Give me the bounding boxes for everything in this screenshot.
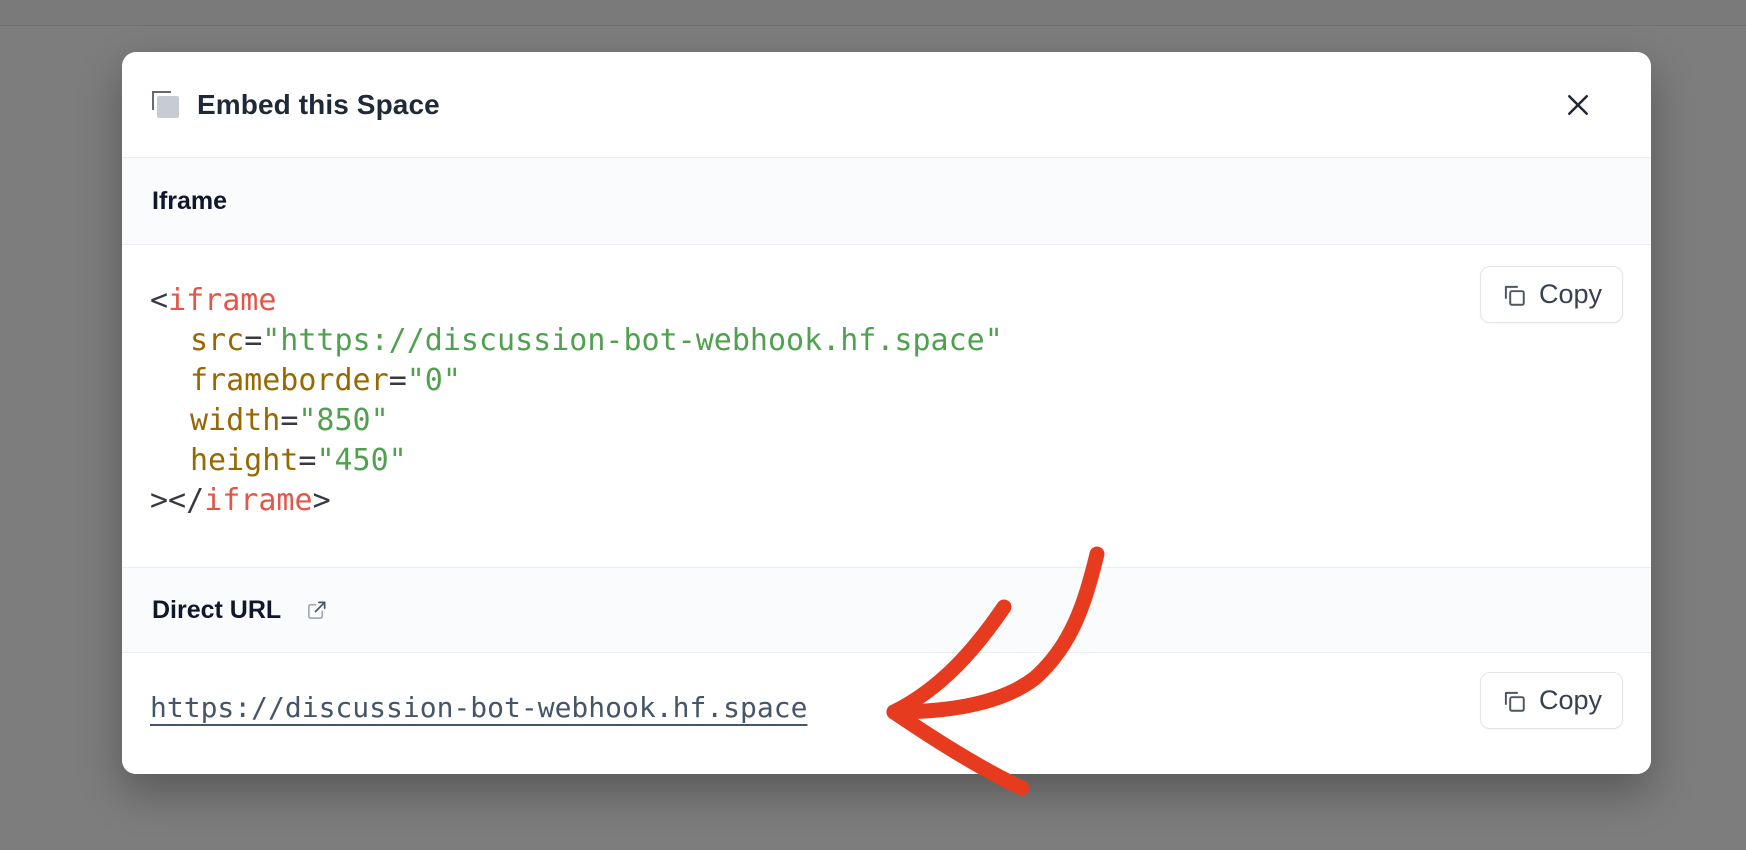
code-line: ></iframe>	[150, 481, 1003, 521]
code-line: <iframe	[150, 281, 1003, 321]
copy-squares-icon	[152, 91, 180, 119]
code-line: height="450"	[150, 441, 1003, 481]
direct-url-link[interactable]: https://discussion-bot-webhook.hf.space	[150, 691, 807, 724]
modal-header: Embed this Space	[122, 52, 1651, 157]
copy-iframe-code-button[interactable]: Copy	[1480, 266, 1623, 323]
direct-url-section-header: Direct URL	[122, 567, 1651, 653]
copy-button-label: Copy	[1539, 685, 1602, 716]
copy-icon	[1501, 688, 1527, 714]
copy-icon	[1501, 282, 1527, 308]
copy-button-label: Copy	[1539, 279, 1602, 310]
close-icon[interactable]	[1561, 88, 1595, 122]
page-background: { "page": { "background_color": "#7d7d7d…	[0, 0, 1746, 850]
iframe-embed-code[interactable]: <iframesrc="https://discussion-bot-webho…	[150, 281, 1003, 521]
external-link-icon[interactable]	[305, 599, 328, 622]
direct-url-section: https://discussion-bot-webhook.hf.space …	[122, 653, 1651, 774]
iframe-section-header: Iframe	[122, 157, 1651, 245]
embed-space-modal: Embed this Space Iframe <iframesrc="http…	[122, 52, 1651, 774]
copy-direct-url-button[interactable]: Copy	[1480, 672, 1623, 729]
code-line: frameborder="0"	[150, 361, 1003, 401]
modal-title: Embed this Space	[197, 89, 440, 121]
iframe-heading: Iframe	[152, 187, 227, 216]
code-line: src="https://discussion-bot-webhook.hf.s…	[150, 321, 1003, 361]
code-line: width="850"	[150, 401, 1003, 441]
direct-url-heading: Direct URL	[152, 596, 281, 625]
dimmed-page-header-strip	[0, 0, 1746, 26]
iframe-code-section: <iframesrc="https://discussion-bot-webho…	[122, 245, 1651, 567]
